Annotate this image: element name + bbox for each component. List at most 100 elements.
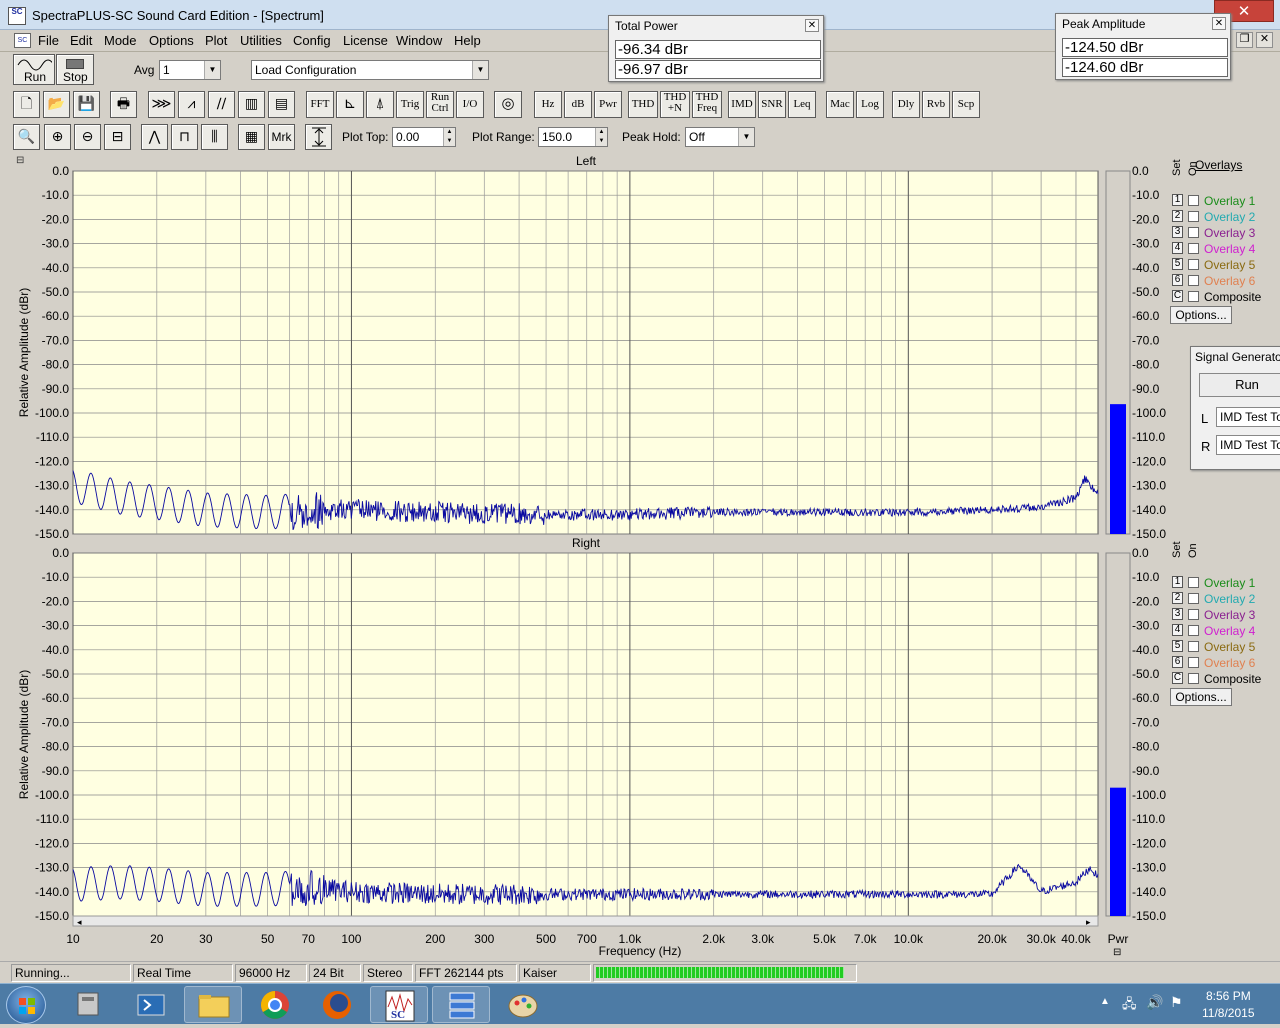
zoom-out-2x-icon[interactable]: ⊖ (74, 124, 101, 150)
mode-button[interactable]: ⍋ (366, 91, 394, 118)
marker-button[interactable]: Mrk (268, 124, 295, 150)
firefox-icon[interactable] (308, 986, 366, 1023)
mode-fft-button[interactable]: FFT (306, 91, 334, 118)
collapse-icon[interactable]: ⊟ (1113, 947, 1121, 958)
overlay-options-button[interactable]: Options... (1170, 688, 1232, 706)
start-orb-icon[interactable] (6, 986, 46, 1024)
3d-surface-icon[interactable]: ▤ (268, 91, 295, 118)
overlay-checkbox-4[interactable] (1188, 625, 1199, 636)
menu-edit[interactable]: Edit (70, 33, 92, 48)
plot-top-input[interactable]: 0.00 ▲ ▼ (392, 127, 456, 147)
bars-icon[interactable]: ⫼ (201, 124, 228, 150)
mode-hz-button[interactable]: Hz (534, 91, 562, 118)
scope-probe-icon[interactable]: ⊾ (336, 91, 364, 118)
overlay-checkbox-5[interactable] (1188, 641, 1199, 652)
paint-icon[interactable] (494, 986, 552, 1023)
mode-imd-button[interactable]: IMD (728, 91, 756, 118)
horizontal-scrollbar[interactable] (72, 915, 1099, 927)
close-icon[interactable]: ✕ (1212, 17, 1226, 30)
overlay-set-button-1[interactable]: 1 (1172, 576, 1183, 588)
zoom-out-full-icon[interactable]: ⊟ (104, 124, 131, 150)
overlay-checkbox-C[interactable] (1188, 673, 1199, 684)
overlay-set-button-6[interactable]: 6 (1172, 274, 1183, 286)
mode-dly-button[interactable]: Dly (892, 91, 920, 118)
mode-thd-n-button[interactable]: THD +N (660, 91, 690, 118)
overlay-set-button-5[interactable]: 5 (1172, 640, 1183, 652)
overlay-set-button-2[interactable]: 2 (1172, 210, 1183, 222)
mode-leq-button[interactable]: Leq (788, 91, 816, 118)
autoscale-button[interactable] (305, 124, 332, 150)
right-channel-plot[interactable]: Right 0.0 0.0 -10.0 -10.0 -20.0 -20.0 -30.0 -30.… (17, 536, 1166, 923)
overlay-set-button-4[interactable]: 4 (1172, 624, 1183, 636)
scroll-left-icon[interactable]: ◂ (77, 917, 82, 927)
left-channel-plot[interactable]: Left 0.0 0.0 -10.0 -10.0 -20.0 -20.0 -30.0 -30.0… (17, 154, 1166, 541)
peak-hold-select[interactable]: Off ▼ (685, 127, 755, 147)
overlay-set-button-3[interactable]: 3 (1172, 608, 1183, 620)
explorer-icon[interactable] (184, 986, 242, 1023)
mode-rvb-button[interactable]: Rvb (922, 91, 950, 118)
mode-thd-freq-button[interactable]: THD Freq (692, 91, 722, 118)
menu-mode[interactable]: Mode (104, 33, 137, 48)
overlay-checkbox-C[interactable] (1188, 291, 1199, 302)
new-icon[interactable]: 🗋 (13, 91, 40, 118)
mode-i-o-button[interactable]: I/O (456, 91, 484, 118)
chevron-down-icon[interactable]: ▼ (204, 61, 220, 79)
overlay-set-button-C[interactable]: C (1172, 290, 1183, 302)
menu-help[interactable]: Help (454, 33, 481, 48)
overlay-checkbox-6[interactable] (1188, 275, 1199, 286)
menu-plot[interactable]: Plot (205, 33, 227, 48)
spectrogram-icon[interactable]: ▥ (238, 91, 265, 118)
overlay-set-button-2[interactable]: 2 (1172, 592, 1183, 604)
mode-log-button[interactable]: Log (856, 91, 884, 118)
menu-config[interactable]: Config (293, 33, 331, 48)
menu-file[interactable]: File (38, 33, 59, 48)
overlay-set-button-1[interactable]: 1 (1172, 194, 1183, 206)
overlay-checkbox-1[interactable] (1188, 195, 1199, 206)
collapse-icon[interactable]: ⊟ (16, 155, 24, 166)
overlay-checkbox-2[interactable] (1188, 593, 1199, 604)
menu-license[interactable]: License (343, 33, 388, 48)
step-icon[interactable]: ⊓ (171, 124, 198, 150)
close-icon[interactable]: ✕ (805, 19, 819, 32)
save-icon[interactable]: 💾 (73, 91, 100, 118)
powershell-icon[interactable] (122, 986, 180, 1023)
mode-scp-button[interactable]: Scp (952, 91, 980, 118)
overlay-set-button-3[interactable]: 3 (1172, 226, 1183, 238)
spinner-icon[interactable]: ▲ ▼ (443, 128, 455, 146)
plot-range-input[interactable]: 150.0 ▲ ▼ (538, 127, 608, 147)
tray-expand-icon[interactable]: ▲ (1100, 996, 1110, 1007)
mode-trig-button[interactable]: Trig (396, 91, 424, 118)
network-icon[interactable]: 🖧 (1122, 995, 1137, 1017)
sg-left-waveform[interactable]: IMD Test Tone (1216, 407, 1280, 427)
scroll-right-icon[interactable]: ▸ (1086, 917, 1091, 927)
grid-icon[interactable]: ▦ (238, 124, 265, 150)
peak-icon[interactable]: ⋀ (141, 124, 168, 150)
spectrum-plots[interactable]: ⊟ Left 0.0 0.0 -10.0 -10.0 -20.0 -20.0 -30.0 -30.… (0, 152, 1170, 960)
config-select[interactable]: Load Configuration ▼ (251, 60, 489, 80)
overlay-checkbox-4[interactable] (1188, 243, 1199, 254)
mode-thd-button[interactable]: THD (628, 91, 658, 118)
clock-time[interactable]: 8:56 PM (1206, 989, 1251, 1003)
overlay-checkbox-3[interactable] (1188, 227, 1199, 238)
zoom-in-2x-icon[interactable]: ⊕ (44, 124, 71, 150)
print-icon[interactable]: 🖶 (110, 91, 137, 118)
overlay-options-button[interactable]: Options... (1170, 306, 1232, 324)
overlay-set-button-5[interactable]: 5 (1172, 258, 1183, 270)
overlay-checkbox-2[interactable] (1188, 211, 1199, 222)
mode-pwr-button[interactable]: Pwr (594, 91, 622, 118)
sine-circle-icon[interactable]: ◎ (494, 91, 522, 118)
ramp-icon[interactable]: ∕∕ (208, 91, 235, 118)
mode-mac-button[interactable]: Mac (826, 91, 854, 118)
sg-right-waveform[interactable]: IMD Test Tone (1216, 435, 1280, 455)
overlay-set-button-C[interactable]: C (1172, 672, 1183, 684)
open-icon[interactable]: 📂 (43, 91, 70, 118)
clock-date[interactable]: 11/8/2015 (1202, 1006, 1255, 1020)
volume-icon[interactable]: 🔊 (1146, 994, 1163, 1011)
mode-db-button[interactable]: dB (564, 91, 592, 118)
average-icon[interactable]: ⩘ (178, 91, 205, 118)
overlay-checkbox-6[interactable] (1188, 657, 1199, 668)
mdi-restore-button[interactable]: ❐ (1236, 32, 1253, 48)
overlay-checkbox-1[interactable] (1188, 577, 1199, 588)
mdi-close-button[interactable]: ✕ (1256, 32, 1273, 48)
run-button[interactable]: Run (13, 54, 55, 85)
